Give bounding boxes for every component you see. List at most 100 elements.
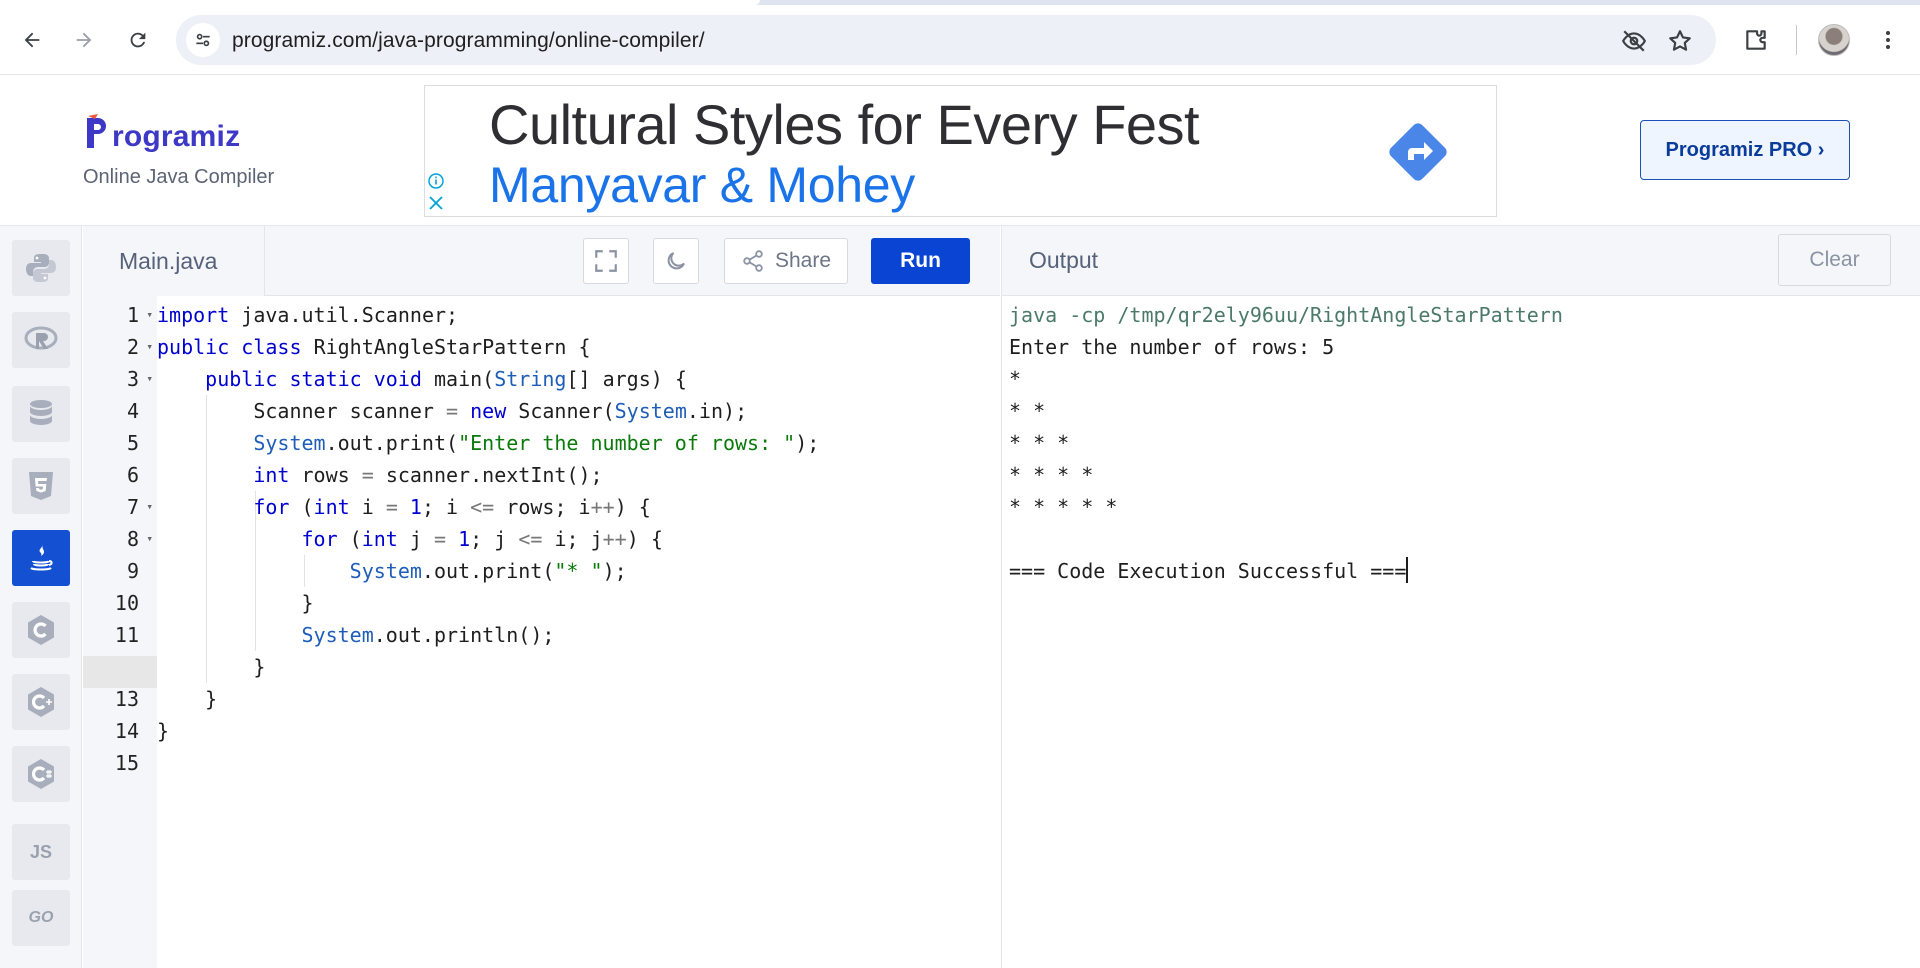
code-line[interactable]: public static void main(String[] args) { bbox=[157, 363, 1000, 395]
compiler-subtitle: Online Java Compiler bbox=[83, 166, 275, 188]
code-line[interactable]: int rows = scanner.nextInt(); bbox=[157, 459, 1000, 491]
output-line: * * bbox=[1009, 399, 1046, 423]
active-tab-edge bbox=[0, 0, 760, 5]
code-line[interactable]: for (int i = 1; i <= rows; i++) { bbox=[157, 491, 1000, 523]
code-line[interactable]: } bbox=[157, 651, 1000, 683]
code-line[interactable]: import java.util.Scanner; bbox=[157, 299, 1000, 331]
go-icon: GO bbox=[28, 909, 54, 926]
sidebar-item-sql[interactable] bbox=[12, 386, 70, 442]
ad-info-icon[interactable] bbox=[427, 172, 445, 190]
logo-text: rogramiz bbox=[112, 120, 241, 153]
ad-close-icon[interactable] bbox=[427, 194, 445, 212]
html5-icon bbox=[29, 472, 53, 500]
fold-toggle-icon[interactable]: ▾ bbox=[146, 523, 153, 555]
output-line: * bbox=[1009, 367, 1022, 391]
output-console[interactable]: java -cp /tmp/qr2ely96uu/RightAngleStarP… bbox=[1001, 296, 1920, 968]
fold-toggle-icon[interactable]: ▾ bbox=[146, 331, 153, 363]
line-number: 5 bbox=[126, 431, 139, 455]
output-title: Output bbox=[1029, 247, 1099, 273]
sidebar-item-cpp[interactable] bbox=[12, 674, 70, 730]
sidebar-item-csharp[interactable] bbox=[12, 746, 70, 802]
fold-toggle-icon[interactable]: ▾ bbox=[146, 363, 153, 395]
fullscreen-button[interactable] bbox=[583, 238, 629, 284]
back-button[interactable] bbox=[12, 20, 52, 60]
language-sidebar: JS GO bbox=[0, 226, 82, 968]
code-line[interactable]: Scanner scanner = new Scanner(System.in)… bbox=[157, 395, 1000, 427]
code-line[interactable]: System.out.println(); bbox=[157, 619, 1000, 651]
ad-brand[interactable]: Manyavar & Mohey bbox=[489, 156, 915, 214]
line-number: 4 bbox=[126, 399, 139, 423]
sidebar-item-go[interactable]: GO bbox=[12, 890, 70, 946]
line-number: 3 ▾ bbox=[83, 363, 157, 395]
line-number: 8 ▾ bbox=[83, 523, 157, 555]
run-button[interactable]: Run bbox=[871, 238, 970, 284]
browser-menu-button[interactable] bbox=[1868, 20, 1908, 60]
line-number: 6 bbox=[126, 463, 139, 487]
bookmark-star-icon[interactable] bbox=[1666, 27, 1694, 55]
c-icon bbox=[28, 615, 54, 645]
code-line[interactable]: System.out.print("Enter the number of ro… bbox=[157, 427, 1000, 459]
python-icon bbox=[26, 254, 56, 282]
code-line[interactable]: for (int j = 1; j <= i; j++) { bbox=[157, 523, 1000, 555]
line-number: 10 bbox=[114, 591, 139, 615]
code-line[interactable]: } bbox=[157, 587, 1000, 619]
editor-toolbar: Main.java Share Run bbox=[83, 226, 1000, 296]
output-toolbar: Output Clear bbox=[1001, 226, 1920, 296]
line-number: 15 bbox=[114, 751, 139, 775]
sidebar-item-js[interactable]: JS bbox=[12, 824, 70, 880]
directions-icon[interactable] bbox=[1384, 118, 1452, 186]
ad-headline[interactable]: Cultural Styles for Every Fest bbox=[489, 92, 1200, 157]
url-text[interactable]: programiz.com/java-programming/online-co… bbox=[232, 29, 705, 53]
code-line[interactable] bbox=[157, 747, 1000, 779]
eye-off-icon[interactable] bbox=[1620, 27, 1648, 55]
output-line: * * * bbox=[1009, 431, 1070, 455]
programiz-logo[interactable]: rogramiz bbox=[84, 112, 240, 154]
fold-toggle-icon[interactable]: ▾ bbox=[146, 491, 153, 523]
forward-button[interactable] bbox=[64, 20, 104, 60]
toolbar-divider bbox=[1796, 25, 1797, 55]
arrow-left-icon bbox=[24, 32, 40, 48]
fullscreen-icon bbox=[595, 250, 617, 272]
code-line[interactable]: System.out.print("* "); bbox=[157, 555, 1000, 587]
file-tab-main-java[interactable]: Main.java bbox=[83, 226, 265, 296]
reload-icon bbox=[130, 32, 146, 48]
output-line: === Code Execution Successful === bbox=[1009, 557, 1409, 583]
line-number: 14 bbox=[114, 719, 139, 743]
sidebar-item-html[interactable] bbox=[12, 458, 70, 514]
share-button[interactable]: Share bbox=[724, 238, 848, 284]
programiz-pro-button[interactable]: Programiz PRO › bbox=[1640, 120, 1850, 180]
sidebar-item-java[interactable] bbox=[12, 530, 70, 586]
line-number: 1 ▾ bbox=[83, 299, 157, 331]
tune-icon bbox=[196, 33, 210, 47]
more-vert-icon bbox=[1886, 31, 1890, 49]
clear-button[interactable]: Clear bbox=[1778, 234, 1891, 286]
code-editor[interactable]: import java.util.Scanner; public class Ri… bbox=[157, 296, 1000, 968]
extensions-button[interactable] bbox=[1736, 20, 1776, 60]
advertisement-banner[interactable]: Cultural Styles for Every Fest Manyavar … bbox=[424, 85, 1497, 217]
profile-avatar[interactable] bbox=[1818, 24, 1850, 56]
site-info-button[interactable] bbox=[186, 23, 220, 57]
reload-button[interactable] bbox=[118, 20, 158, 60]
share-label: Share bbox=[774, 249, 832, 272]
code-line[interactable]: public class RightAngleStarPattern { bbox=[157, 331, 1000, 363]
output-line: * * * * bbox=[1009, 463, 1094, 487]
sidebar-item-r[interactable] bbox=[12, 312, 70, 368]
cpp-icon bbox=[28, 687, 54, 717]
sidebar-item-c[interactable] bbox=[12, 602, 70, 658]
line-number: 7 ▾ bbox=[83, 491, 157, 523]
address-bar[interactable]: programiz.com/java-programming/online-co… bbox=[176, 15, 1716, 65]
database-icon bbox=[30, 400, 52, 425]
line-number-gutter: 1▾2▾3▾4567▾8▾9101112131415 bbox=[83, 296, 157, 968]
programiz-p-icon bbox=[87, 114, 106, 148]
arrow-right-icon bbox=[76, 32, 92, 48]
sidebar-item-python[interactable] bbox=[12, 240, 70, 296]
output-command-line: java -cp /tmp/qr2ely96uu/RightAngleStarP… bbox=[1009, 303, 1563, 327]
dark-mode-button[interactable] bbox=[653, 238, 699, 284]
code-line[interactable]: } bbox=[157, 683, 1000, 715]
line-number: 11 bbox=[114, 623, 139, 647]
browser-toolbar: programiz.com/java-programming/online-co… bbox=[0, 0, 1920, 75]
text-cursor bbox=[1406, 557, 1409, 583]
code-line[interactable]: } bbox=[157, 715, 1000, 747]
java-icon bbox=[30, 544, 53, 571]
fold-toggle-icon[interactable]: ▾ bbox=[146, 299, 153, 331]
